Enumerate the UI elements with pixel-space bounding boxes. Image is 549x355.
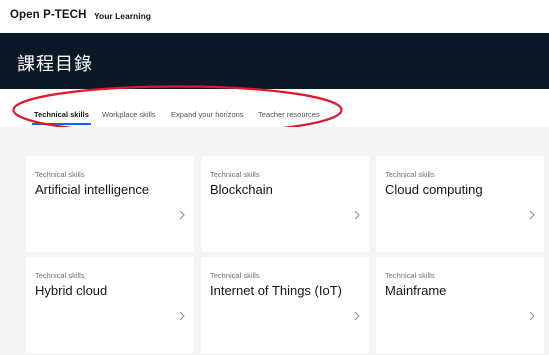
your-learning-link[interactable]: Your Learning <box>94 11 151 21</box>
course-card-blockchain[interactable]: Technical skills Blockchain <box>201 156 369 252</box>
card-title: Hybrid cloud <box>35 283 108 298</box>
course-card-cloud-computing[interactable]: Technical skills Cloud computing <box>376 156 544 252</box>
top-navigation-bar: Open P-TECH Your Learning <box>0 0 549 33</box>
card-category-label: Technical skills <box>385 170 435 179</box>
tab-expand-your-horizons[interactable]: Expand your horizons <box>171 110 244 119</box>
chevron-right-icon <box>529 210 535 220</box>
category-tabs: Technical skills Workplace skills Expand… <box>0 89 549 128</box>
course-card-hybrid-cloud[interactable]: Technical skills Hybrid cloud <box>26 257 194 353</box>
course-catalog-grid: Technical skills Artificial intelligence… <box>0 127 549 355</box>
page-title: 課程目錄 <box>17 54 93 75</box>
course-card-artificial-intelligence[interactable]: Technical skills Artificial intelligence <box>26 156 194 252</box>
chevron-right-icon <box>179 210 185 220</box>
chevron-right-icon <box>179 311 185 321</box>
chevron-right-icon <box>354 311 360 321</box>
card-title: Cloud computing <box>385 182 483 197</box>
page-hero-banner: 課程目錄 <box>0 33 549 89</box>
brand-logo-link[interactable]: Open P-TECH <box>10 9 87 21</box>
card-title: Blockchain <box>210 182 273 197</box>
card-category-label: Technical skills <box>385 271 435 280</box>
card-category-label: Technical skills <box>35 271 85 280</box>
card-title: Artificial intelligence <box>35 182 150 197</box>
card-category-label: Technical skills <box>35 170 85 179</box>
card-category-label: Technical skills <box>210 170 260 179</box>
course-card-internet-of-things[interactable]: Technical skills Internet of Things (IoT… <box>201 257 369 353</box>
tab-workplace-skills[interactable]: Workplace skills <box>102 110 156 119</box>
tab-technical-skills[interactable]: Technical skills <box>32 110 91 125</box>
course-card-mainframe[interactable]: Technical skills Mainframe <box>376 257 544 353</box>
card-category-label: Technical skills <box>210 271 260 280</box>
card-title: Internet of Things (IoT) <box>210 283 342 298</box>
tab-teacher-resources[interactable]: Teacher resources <box>258 110 320 119</box>
chevron-right-icon <box>529 311 535 321</box>
card-title: Mainframe <box>385 283 447 298</box>
chevron-right-icon <box>354 210 360 220</box>
